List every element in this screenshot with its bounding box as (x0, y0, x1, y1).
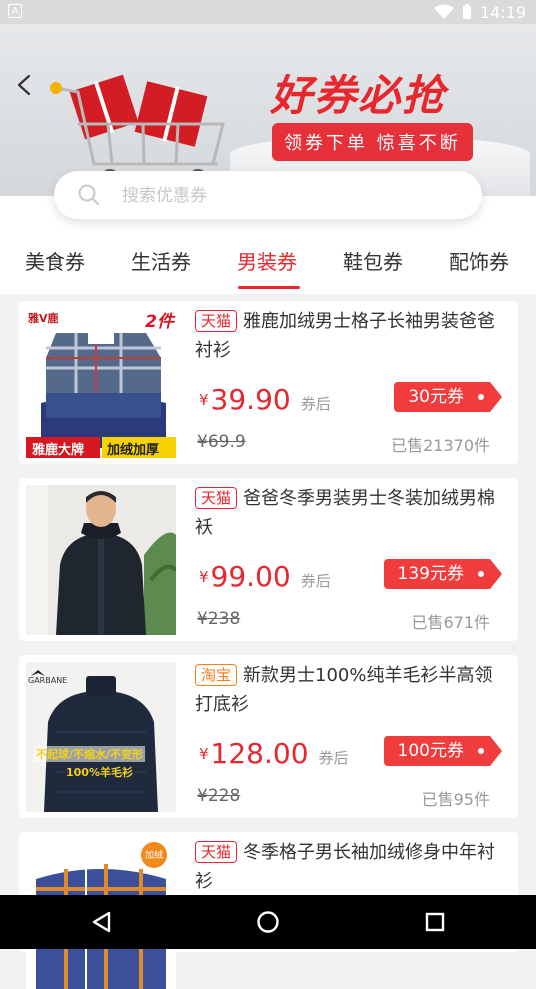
product-title: 天猫 冬季格子男长袖加绒修身中年衬衫 (195, 838, 500, 896)
tab-food[interactable]: 美食券 (25, 246, 85, 275)
coupon-button[interactable]: 100元券 (383, 736, 503, 766)
currency-symbol: ¥ (199, 391, 209, 409)
coupon-dot-icon (478, 748, 484, 754)
thumb-left-text: 雅鹿大牌 (32, 443, 85, 458)
platform-badge: 天猫 (195, 487, 238, 509)
home-circle-icon[interactable] (254, 908, 282, 936)
active-tab-indicator (238, 286, 300, 289)
product-title-text: 雅鹿加绒男士格子长袖男装爸爸衬衫 (195, 311, 496, 361)
tab-shoes-bags[interactable]: 鞋包券 (343, 246, 403, 275)
system-navigation-bar (0, 895, 536, 949)
currency-symbol: ¥ (199, 568, 209, 586)
back-triangle-icon[interactable] (88, 908, 116, 936)
product-image: GARBANE 不起球/不缩水/不变形 100%羊毛衫 (26, 662, 176, 812)
status-time: 14:19 (479, 2, 526, 22)
thumb-brand-text: GARBANE (28, 676, 68, 685)
tab-menswear[interactable]: 男装券 (237, 246, 297, 275)
app-notification-icon: A (8, 4, 22, 18)
back-arrow-icon[interactable] (14, 74, 36, 96)
thumb-line1-text: 不起球/不缩水/不变形 (34, 746, 146, 762)
currency-symbol: ¥ (199, 745, 209, 763)
coupon-label: 139元券 (397, 564, 464, 584)
price-suffix: 券后 (300, 395, 331, 413)
banner-subline: 领券下单 惊喜不断 (272, 123, 473, 161)
thumb-tag-text: 加绒 (145, 851, 164, 861)
original-price: ¥228 (197, 786, 241, 806)
product-image (26, 485, 176, 635)
product-card[interactable]: 雅V鹿 2件 雅鹿大牌 加绒加厚 天猫 雅鹿加绒男士格子长袖男装爸爸衬衫 ¥39.… (19, 301, 518, 464)
search-input[interactable] (120, 181, 464, 211)
search-icon (78, 184, 99, 205)
battery-icon (462, 4, 471, 19)
platform-badge: 天猫 (195, 841, 238, 863)
price-value: 99.00 (210, 560, 291, 593)
coupon-dot-icon (478, 394, 484, 400)
thumb-count-text: 2件 (145, 312, 174, 332)
product-image: 雅V鹿 2件 雅鹿大牌 加绒加厚 (26, 308, 176, 458)
product-title-text: 新款男士100%纯羊毛衫半高领打底衫 (195, 665, 493, 715)
category-tabs: 美食券 生活券 男装券 鞋包券 配饰券 (0, 236, 536, 294)
coupon-button[interactable]: 30元券 (394, 382, 502, 412)
coupon-label: 100元券 (397, 741, 464, 761)
original-price: ¥69.9 (197, 432, 246, 452)
thumb-brand-text: 雅V鹿 (28, 312, 59, 325)
product-card[interactable]: 天猫 爸爸冬季男装男士冬装加绒男棉袄 ¥99.00 券后 139元券 ¥238 已售… (19, 478, 518, 641)
coupon-button[interactable]: 139元券 (383, 559, 503, 589)
coupon-price: ¥99.00 券后 (199, 560, 331, 593)
sold-count: 已售21370件 (391, 436, 490, 455)
original-price: ¥238 (197, 609, 241, 629)
tab-accessories[interactable]: 配饰券 (449, 246, 509, 275)
search-bar[interactable] (54, 171, 482, 219)
product-title-text: 冬季格子男长袖加绒修身中年衬衫 (195, 842, 496, 892)
price-value: 128.00 (210, 737, 309, 770)
recents-square-icon[interactable] (421, 908, 449, 936)
platform-badge: 淘宝 (195, 664, 238, 686)
product-title-text: 爸爸冬季男装男士冬装加绒男棉袄 (195, 488, 496, 538)
sold-count: 已售95件 (421, 790, 490, 809)
product-title: 淘宝 新款男士100%纯羊毛衫半高领打底衫 (195, 661, 500, 719)
banner-headline: 好券必抢 (270, 71, 447, 120)
product-title: 天猫 爸爸冬季男装男士冬装加绒男棉袄 (195, 484, 500, 542)
status-bar: A 14:19 (0, 0, 536, 24)
coupon-dot-icon (478, 571, 484, 577)
sold-count: 已售671件 (411, 613, 490, 632)
coupon-price: ¥39.90 券后 (199, 383, 331, 416)
coupon-label: 30元券 (408, 387, 464, 407)
price-suffix: 券后 (300, 572, 331, 590)
coupon-price: ¥128.00 券后 (199, 737, 349, 770)
tab-life[interactable]: 生活券 (131, 246, 191, 275)
platform-badge: 天猫 (195, 310, 238, 332)
thumb-right-text: 加绒加厚 (107, 443, 160, 458)
thumb-line2-text: 100%羊毛衫 (66, 766, 133, 779)
wifi-icon (433, 4, 454, 19)
product-card[interactable]: GARBANE 不起球/不缩水/不变形 100%羊毛衫 淘宝 新款男士100%纯羊… (19, 655, 518, 818)
product-title: 天猫 雅鹿加绒男士格子长袖男装爸爸衬衫 (195, 307, 500, 365)
price-value: 39.90 (210, 383, 291, 416)
price-suffix: 券后 (318, 749, 349, 767)
